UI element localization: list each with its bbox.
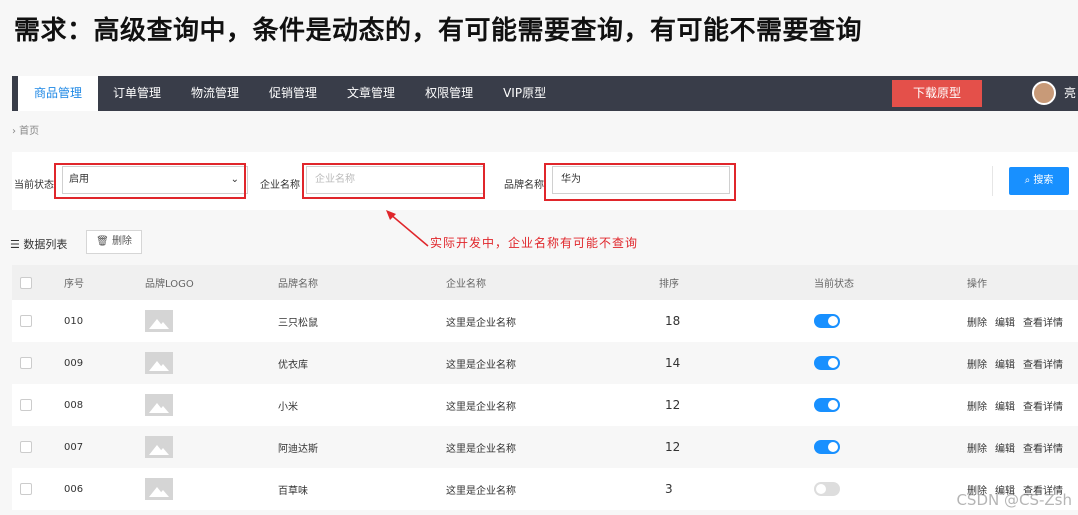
table-row: 007 阿迪达斯 这里是企业名称 12 删除 编辑 查看详情 [12,426,1078,468]
view-details-link[interactable]: 查看详情 [1023,314,1063,329]
annotation-arrow-line [389,213,429,247]
row-id: 006 [64,483,84,495]
row-brand-name: 百草味 [278,485,308,497]
header-company: 企业名称 [446,279,486,290]
company-label: 企业名称 [260,180,300,191]
row-brand-name: 三只松鼠 [278,317,318,329]
annotation-text: 实际开发中，企业名称有可能不查询 [430,236,639,250]
batch-delete-label: 删除 [111,236,132,247]
status-toggle[interactable] [814,300,840,342]
status-label: 当前状态 [14,180,54,191]
view-details-link[interactable]: 查看详情 [1023,356,1063,371]
delete-link[interactable]: 删除 [967,398,987,413]
row-checkbox[interactable] [20,384,32,426]
select-all-checkbox[interactable] [20,265,32,300]
brand-logo-image-icon [145,384,173,426]
header-logo: 品牌LOGO [145,279,194,290]
row-company-name: 这里是企业名称 [446,401,516,413]
row-order: 12 [665,440,681,454]
avatar[interactable] [1032,81,1056,105]
row-order: 3 [665,482,673,496]
table-header: 序号 品牌LOGO 品牌名称 企业名称 排序 当前状态 操作 [12,265,1078,300]
row-order: 18 [665,314,681,328]
delete-link[interactable]: 删除 [967,440,987,455]
brand-label: 品牌名称 [504,180,544,191]
trash-icon: 🗑 [96,236,112,247]
data-list-title-text: 数据列表 [23,238,68,251]
delete-link[interactable]: 删除 [967,356,987,371]
row-id: 007 [64,441,84,453]
watermark: CSDN @CS-Zsh [956,491,1072,509]
slide-title: 需求：高级查询中，条件是动态的，有可能需要查询，有可能不需要查询 [14,16,863,46]
row-company-name: 这里是企业名称 [446,443,516,455]
edit-link[interactable]: 编辑 [995,314,1015,329]
header-brand: 品牌名称 [278,279,318,290]
search-button[interactable]: ⌕ 搜索 [1009,167,1069,195]
delete-link[interactable]: 删除 [967,314,987,329]
tab-logistics-management[interactable]: 物流管理 [176,76,254,111]
tab-vip-prototype[interactable]: VIP原型 [488,76,561,111]
status-toggle[interactable] [814,468,840,510]
brand-logo-image-icon [145,342,173,384]
user-name[interactable]: 亮 [1064,76,1076,111]
company-highlight-box [302,163,485,199]
row-brand-name: 小米 [278,401,298,413]
data-list-title: ☰ 数据列表 [10,236,67,252]
batch-delete-button[interactable]: 🗑 删除 [86,230,142,254]
row-brand-name: 优衣库 [278,359,308,371]
top-nav: 商品管理 订单管理 物流管理 促销管理 文章管理 权限管理 VIP原型 下载原型… [12,76,1078,111]
header-order: 排序 [659,279,679,290]
table-row: 008 小米 这里是企业名称 12 删除 编辑 查看详情 [12,384,1078,426]
brand-table: 序号 品牌LOGO 品牌名称 企业名称 排序 当前状态 操作 010 三只松鼠 这里… [12,265,1078,510]
row-id: 009 [64,357,84,369]
row-company-name: 这里是企业名称 [446,359,516,371]
tab-product-management[interactable]: 商品管理 [18,76,98,111]
edit-link[interactable]: 编辑 [995,356,1015,371]
header-status: 当前状态 [814,279,854,290]
row-order: 12 [665,398,681,412]
breadcrumb[interactable]: › 首页 [12,122,39,137]
edit-link[interactable]: 编辑 [995,440,1015,455]
row-order: 14 [665,356,681,370]
status-toggle[interactable] [814,342,840,384]
row-company-name: 这里是企业名称 [446,485,516,497]
tab-promotion-management[interactable]: 促销管理 [254,76,332,111]
table-row: 009 优衣库 这里是企业名称 14 删除 编辑 查看详情 [12,342,1078,384]
status-toggle[interactable] [814,426,840,468]
header-id: 序号 [64,279,84,290]
brand-logo-image-icon [145,426,173,468]
list-icon: ☰ [10,238,24,251]
row-checkbox[interactable] [20,342,32,384]
filter-panel: 当前状态 启用 ⌄ 企业名称 企业名称 品牌名称 华为 ⌕ 搜索 [12,152,1078,210]
row-id: 008 [64,399,84,411]
row-checkbox[interactable] [20,426,32,468]
row-id: 010 [64,315,84,327]
row-checkbox[interactable] [20,468,32,510]
table-row: 006 百草味 这里是企业名称 3 删除 编辑 查看详情 [12,468,1078,510]
brand-logo-image-icon [145,300,173,342]
row-brand-name: 阿迪达斯 [278,443,318,455]
tab-order-management[interactable]: 订单管理 [98,76,176,111]
download-prototype-button[interactable]: 下载原型 [892,80,982,107]
header-actions: 操作 [967,279,987,290]
status-toggle[interactable] [814,384,840,426]
status-highlight-box [54,163,246,199]
brand-highlight-box [544,163,736,201]
tab-permission-management[interactable]: 权限管理 [410,76,488,111]
divider [992,166,993,196]
view-details-link[interactable]: 查看详情 [1023,398,1063,413]
row-checkbox[interactable] [20,300,32,342]
tab-article-management[interactable]: 文章管理 [332,76,410,111]
view-details-link[interactable]: 查看详情 [1023,440,1063,455]
table-row: 010 三只松鼠 这里是企业名称 18 删除 编辑 查看详情 [12,300,1078,342]
search-button-label: 搜索 [1033,175,1054,186]
brand-logo-image-icon [145,468,173,510]
edit-link[interactable]: 编辑 [995,398,1015,413]
row-company-name: 这里是企业名称 [446,317,516,329]
